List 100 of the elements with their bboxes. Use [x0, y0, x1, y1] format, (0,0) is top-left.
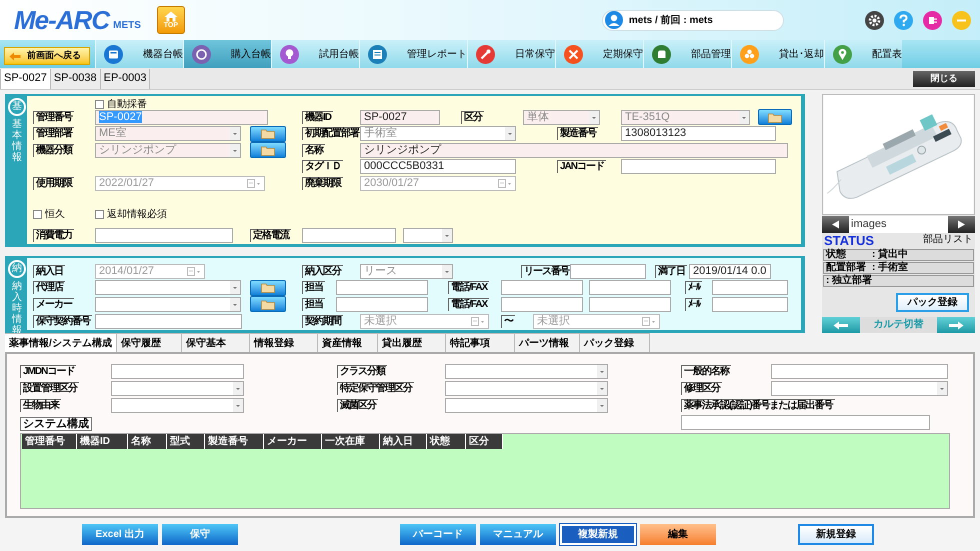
input-field[interactable]: 2019/01/14 0.0 [689, 264, 771, 279]
nav-tab[interactable]: 貸出･返却 [731, 40, 824, 68]
nav-tab[interactable]: 部品管理 [643, 40, 731, 68]
field-label: ﾒｰﾙ [685, 281, 702, 294]
field-label: クラス分類 [337, 365, 387, 378]
field-label: 設置管理区分 [20, 382, 79, 395]
dropdown[interactable]: リース [360, 264, 453, 279]
input-field[interactable]: シリンジポンプ [360, 142, 788, 158]
dropdown[interactable] [445, 364, 608, 379]
caret-icon [597, 399, 607, 412]
detail-tab[interactable]: パーツ情報 [515, 333, 580, 352]
column-header: 機器ID [77, 434, 128, 449]
nav-tab[interactable]: 配置表 [824, 40, 902, 68]
detail-tab[interactable]: 貸出履歴 [378, 333, 446, 352]
house-icon [164, 11, 178, 22]
detail-tab[interactable]: 特記事項 [446, 333, 515, 352]
input-field[interactable] [712, 280, 788, 296]
dropdown[interactable] [445, 398, 608, 413]
minimize-icon[interactable] [952, 10, 971, 30]
parts-list-link[interactable]: 部品リスト [923, 233, 973, 247]
arrow-left-icon [9, 52, 21, 60]
input-field[interactable] [336, 280, 428, 296]
nav-tab[interactable]: 管理レポート [359, 40, 467, 68]
nav-tab[interactable]: 試用台帳 [271, 40, 359, 68]
dropdown[interactable]: 手術室 [360, 126, 516, 142]
dropdown[interactable] [403, 228, 453, 244]
input-field[interactable] [589, 280, 671, 296]
nav-tab[interactable]: 機器台帳 [95, 40, 183, 68]
detail-tab[interactable]: 保守基本 [182, 333, 250, 352]
calendar-icon [187, 266, 201, 276]
detail-tab[interactable]: 情報登録 [250, 333, 318, 352]
detail-tab[interactable]: 保守履歴 [117, 333, 182, 352]
action-button[interactable]: 新規登録 [798, 524, 874, 545]
input-field[interactable] [95, 314, 242, 330]
nav-tab[interactable]: 定期保守 [555, 40, 643, 68]
input-field[interactable] [95, 228, 233, 244]
input-field[interactable] [336, 296, 428, 312]
next-button[interactable] [948, 216, 975, 233]
input-field[interactable] [589, 296, 671, 312]
detail-tab[interactable]: 薬事情報/システム構成 [5, 333, 117, 352]
folder-button[interactable] [758, 109, 792, 126]
field-label: 代理店 [33, 281, 65, 294]
input-field[interactable] [621, 159, 776, 174]
checkbox[interactable] [33, 210, 42, 218]
folder-button[interactable] [250, 126, 286, 142]
checkbox[interactable] [95, 100, 104, 109]
detail-tab[interactable]: 資産情報 [318, 333, 378, 352]
calendar-icon [247, 178, 261, 188]
user-name: mets / 前回 : mets [628, 14, 713, 28]
dropdown[interactable] [111, 381, 244, 396]
input-field[interactable]: 000CCC5B0331 [360, 159, 516, 174]
dropdown[interactable] [111, 398, 244, 413]
input-field[interactable] [302, 228, 396, 244]
input-field[interactable] [681, 415, 930, 430]
dropdown[interactable] [95, 280, 241, 296]
input-field[interactable] [712, 296, 788, 312]
folder-button[interactable] [250, 280, 286, 296]
field-label: 製造番号 [557, 127, 598, 140]
nav-tab[interactable]: 購入台帳 [183, 40, 271, 68]
back-button[interactable]: 前画面へ戻る [4, 47, 90, 65]
plug-icon[interactable] [923, 10, 942, 30]
field-label: 納入区分 [302, 264, 343, 278]
arrow-left-icon [833, 320, 849, 330]
field-label: 廃棄期限 [302, 176, 343, 190]
dropdown[interactable] [95, 296, 241, 312]
checkbox-label: 返却情報必須 [107, 208, 167, 222]
action-button[interactable]: 複製新規 [560, 524, 636, 545]
action-button[interactable]: 編集 [640, 524, 716, 545]
field-label: JMDNコード [20, 365, 76, 378]
pin-icon [833, 44, 852, 64]
settings-icon[interactable] [865, 10, 884, 30]
input-field[interactable]: SP-0027 [360, 110, 440, 125]
caret-icon [597, 365, 607, 378]
column-header: 状態 [427, 434, 466, 449]
dropdown[interactable] [771, 381, 948, 396]
caret-icon [233, 382, 243, 395]
checkbox-label: 恒久 [45, 208, 65, 222]
caret-icon [505, 127, 515, 140]
input-field[interactable] [111, 364, 244, 379]
field-label: ﾒｰﾙ [685, 298, 702, 311]
folder-button[interactable] [250, 296, 286, 312]
field-label: 管理番号 [33, 110, 74, 124]
close-button[interactable]: 閉じる [913, 70, 975, 86]
folder-button[interactable] [250, 142, 286, 158]
dropdown[interactable] [445, 381, 608, 396]
nav-tab[interactable]: 日常保守 [467, 40, 555, 68]
input-field[interactable] [501, 280, 583, 296]
detail-tab[interactable]: パック登録 [580, 333, 650, 352]
input-field[interactable] [570, 264, 646, 279]
checkbox[interactable] [95, 210, 104, 218]
section-badge: 基 [8, 98, 26, 116]
karte-switch-label: カルテ切替 [872, 318, 924, 332]
help-icon[interactable] [894, 10, 913, 30]
previous-button[interactable] [822, 216, 849, 233]
field-label: 消費電力 [33, 229, 74, 242]
input-field[interactable]: 1308013123 [621, 126, 776, 142]
input-field[interactable] [501, 296, 583, 312]
pack-register-button[interactable]: パック登録 [896, 293, 969, 312]
input-field[interactable] [771, 364, 948, 379]
record-tab[interactable]: SP-0027 [0, 68, 51, 88]
